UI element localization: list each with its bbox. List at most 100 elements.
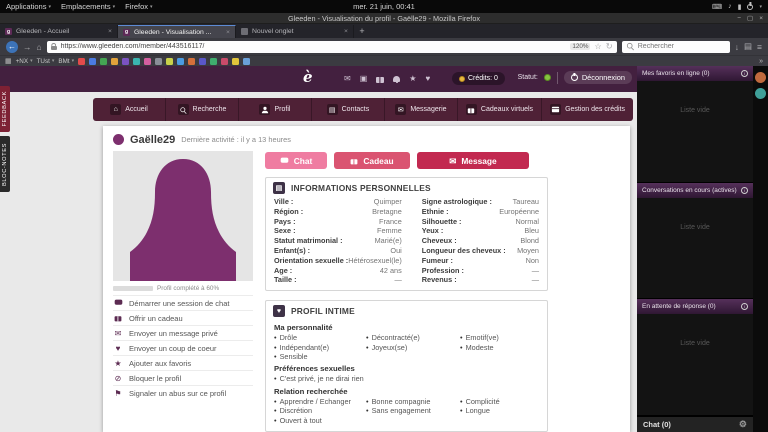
clock[interactable]: mer. 21 juin, 00:41 xyxy=(353,2,415,11)
notifications-icon[interactable] xyxy=(393,76,400,82)
floating-widget-icon-2[interactable] xyxy=(755,88,766,99)
bookmarks-grid-icon[interactable]: ▦ xyxy=(5,57,12,65)
system-tray[interactable]: ⌨ ♪ ▮ ▾ xyxy=(712,3,762,11)
maximize-button[interactable]: ▢ xyxy=(747,14,753,22)
applications-menu[interactable]: Applications ▾ xyxy=(6,2,51,11)
tab-close-icon[interactable]: × xyxy=(344,28,348,35)
url-bar[interactable]: 120% ☆ ↻ xyxy=(47,41,617,53)
browser-tab-accueil[interactable]: g Gleeden - Accueil × xyxy=(0,25,118,38)
bloc-notes-edge-tab[interactable]: BLOC-NOTES xyxy=(0,136,10,192)
library-icon[interactable]: ▤ xyxy=(744,41,752,52)
reload-icon[interactable]: ↻ xyxy=(606,41,613,52)
action-block-profile[interactable]: ⊘ Bloquer le profil xyxy=(113,370,253,385)
bookmark-favicon[interactable] xyxy=(122,58,129,65)
info-icon[interactable]: i xyxy=(741,187,748,194)
action-start-chat[interactable]: Démarrer une session de chat xyxy=(113,295,253,310)
bookmark-favicon[interactable] xyxy=(188,58,195,65)
home-button[interactable]: ⌂ xyxy=(37,42,42,52)
forward-button[interactable]: → xyxy=(23,42,32,52)
bookmark-favicon[interactable] xyxy=(144,58,151,65)
chevron-down-icon[interactable]: ▾ xyxy=(759,4,762,10)
action-offer-gift[interactable]: Offrir un cadeau xyxy=(113,310,253,325)
photos-icon[interactable]: ▣ xyxy=(360,74,368,83)
nav-tab-profil[interactable]: Profil xyxy=(239,98,312,121)
profile-photo-silhouette[interactable] xyxy=(113,151,253,281)
gift-icon xyxy=(113,314,123,322)
menu-icon[interactable]: ≡ xyxy=(757,42,762,52)
minimize-button[interactable]: − xyxy=(737,15,741,22)
bookmark-favicon[interactable] xyxy=(78,58,85,65)
battery-icon[interactable]: ▮ xyxy=(738,3,742,11)
last-activity: Dernière activité : il y a 13 heures xyxy=(181,135,291,144)
bookmarks-overflow-icon[interactable]: » xyxy=(759,58,763,65)
nav-tab-contacts[interactable]: ▤ Contacts xyxy=(312,98,385,121)
logout-button[interactable]: Déconnexion xyxy=(564,71,632,84)
zoom-indicator[interactable]: 120% xyxy=(570,43,590,50)
bookmark-favicon[interactable] xyxy=(221,58,228,65)
action-report-abuse[interactable]: ⚑ Signaler un abus sur ce profil xyxy=(113,385,253,400)
bookmark-favicon[interactable] xyxy=(100,58,107,65)
bookmark-star-icon[interactable]: ☆ xyxy=(594,42,601,51)
action-send-private-message[interactable]: ✉ Envoyer un message privé xyxy=(113,325,253,340)
tab-close-icon[interactable]: × xyxy=(226,29,230,36)
message-button[interactable]: ✉ Message xyxy=(417,152,529,169)
bookmark-favicon[interactable] xyxy=(155,58,162,65)
volume-icon[interactable]: ♪ xyxy=(728,3,732,10)
favorites-icon[interactable]: ★ xyxy=(409,74,416,83)
info-row: Taille :— xyxy=(274,275,402,285)
bookmark-favicon[interactable] xyxy=(166,58,173,65)
nav-tab-recherche[interactable]: Recherche xyxy=(166,98,239,121)
browser-tab-visualisation[interactable]: g Gleeden - Visualisation ... × xyxy=(118,25,236,38)
feedback-edge-tab[interactable]: FEEDBACK xyxy=(0,86,10,132)
sidebar-header-conversations[interactable]: Conversations en cours (actives) (0) i xyxy=(637,183,753,198)
action-send-crush[interactable]: ♥ Envoyer un coup de coeur xyxy=(113,340,253,355)
search-input[interactable] xyxy=(638,43,726,50)
places-menu[interactable]: Emplacements ▾ xyxy=(61,2,115,11)
sidebar-header-favorites[interactable]: Mes favoris en ligne (0) i xyxy=(637,66,753,81)
back-button[interactable]: ← xyxy=(6,41,18,53)
bookmark-folder[interactable]: TUst ▾ xyxy=(37,58,55,65)
bookmark-favicon[interactable] xyxy=(133,58,140,65)
nav-tab-cadeaux[interactable]: Cadeaux virtuels xyxy=(458,98,542,121)
credits-button[interactable]: Crédits: 0 xyxy=(452,72,505,85)
downloads-icon[interactable]: ↓ xyxy=(735,42,739,52)
info-icon[interactable]: i xyxy=(741,70,748,77)
new-tab-button[interactable]: + xyxy=(354,25,370,38)
button-label: Message xyxy=(461,156,496,166)
floating-widget-icon-1[interactable] xyxy=(755,72,766,83)
bookmark-favicon[interactable] xyxy=(177,58,184,65)
url-input[interactable] xyxy=(61,43,567,50)
bookmark-folder[interactable]: +NX ▾ xyxy=(16,58,33,65)
chat-button[interactable]: Chat xyxy=(265,152,327,169)
search-bar[interactable] xyxy=(622,41,730,53)
bookmark-folder[interactable]: BMt ▾ xyxy=(58,58,74,65)
action-add-favorites[interactable]: ★ Ajouter aux favoris xyxy=(113,355,253,370)
keyboard-icon[interactable]: ⌨ xyxy=(712,3,722,11)
gear-icon[interactable]: ⚙ xyxy=(739,419,747,430)
info-value: Bretagne xyxy=(372,207,402,217)
bookmark-favicon[interactable] xyxy=(232,58,239,65)
info-icon[interactable]: i xyxy=(741,303,748,310)
browser-tab-nouvel-onglet[interactable]: Nouvel onglet × xyxy=(236,25,354,38)
crushes-icon[interactable]: ♥ xyxy=(425,74,430,83)
sidebar-header-pending[interactable]: En attente de réponse (0) i xyxy=(637,299,753,314)
bookmark-favicon[interactable] xyxy=(210,58,217,65)
nav-tab-gestion-credits[interactable]: Gestion des crédits xyxy=(542,98,633,121)
bookmark-favicon[interactable] xyxy=(199,58,206,65)
status-online-indicator[interactable] xyxy=(544,74,551,81)
bookmark-favicon[interactable] xyxy=(89,58,96,65)
chat-bar[interactable]: Chat (0) ⚙ xyxy=(637,416,753,432)
close-button[interactable]: × xyxy=(759,15,763,22)
messages-icon[interactable]: ✉ xyxy=(344,74,351,83)
firefox-menu[interactable]: Firefox ▾ xyxy=(125,2,152,11)
bookmark-label: +NX xyxy=(16,58,28,65)
gift-button[interactable]: Cadeau xyxy=(334,152,410,169)
tab-close-icon[interactable]: × xyxy=(108,28,112,35)
nav-tab-messagerie[interactable]: ✉ Messagerie xyxy=(385,98,458,121)
bookmark-favicon[interactable] xyxy=(111,58,118,65)
power-icon[interactable] xyxy=(747,4,753,10)
gifts-icon[interactable] xyxy=(376,75,384,83)
nav-tab-accueil[interactable]: ⌂ Accueil xyxy=(93,98,166,121)
gleeden-logo[interactable]: è xyxy=(303,68,313,86)
bookmark-favicon[interactable] xyxy=(243,58,250,65)
